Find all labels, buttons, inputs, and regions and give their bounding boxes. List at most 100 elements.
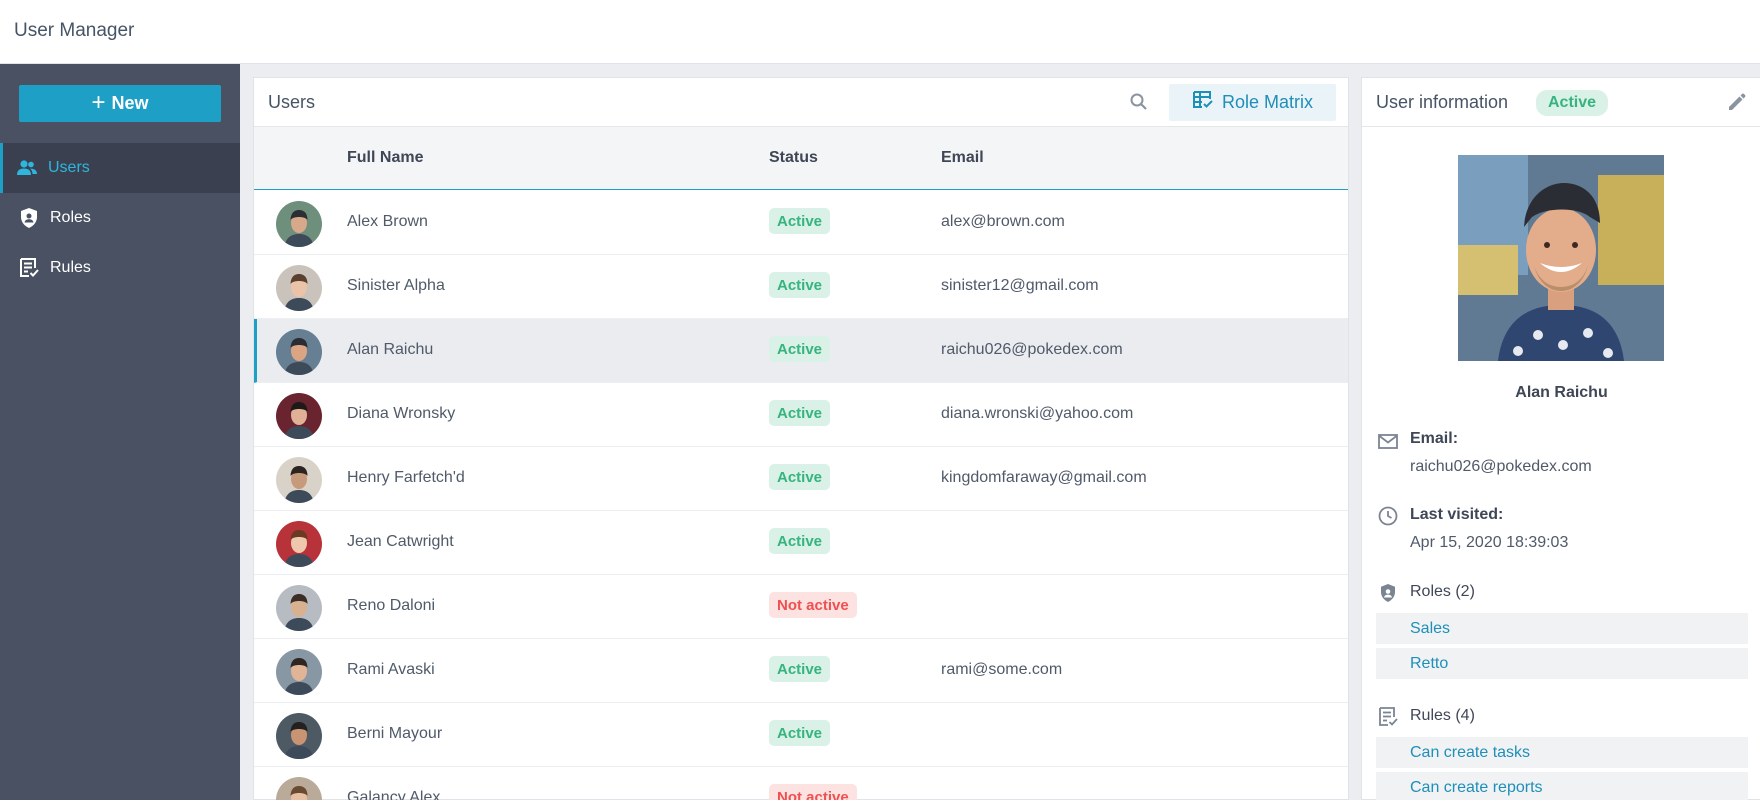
- table-row[interactable]: Sinister Alpha Active sinister12@gmail.com: [254, 255, 1348, 319]
- email-value: raichu026@pokedex.com: [1410, 458, 1592, 475]
- avatar: [276, 393, 322, 439]
- email-cell: kingdomfaraway@gmail.com: [941, 469, 1147, 486]
- users-panel: Users Role Matrix Full Name Status Email…: [253, 77, 1349, 800]
- sidebar-item-label: Rules: [50, 259, 91, 276]
- user-name-cell: Reno Daloni: [347, 597, 436, 614]
- status-badge: Active: [769, 464, 831, 490]
- last-visited-value: Apr 15, 2020 18:39:03: [1410, 534, 1569, 551]
- clock-icon: [1377, 505, 1399, 527]
- table-row[interactable]: Alex Brown Active alex@brown.com: [254, 191, 1348, 255]
- table-row[interactable]: Reno Daloni Not active: [254, 575, 1348, 639]
- mail-icon: [1377, 431, 1399, 453]
- status-badge: Active: [769, 208, 831, 234]
- column-header-email[interactable]: Email: [941, 149, 984, 167]
- status-cell: Active: [769, 528, 831, 554]
- user-full-name: Alan Raichu: [1515, 384, 1608, 401]
- avatar: [276, 521, 322, 567]
- table-row[interactable]: Rami Avaski Active rami@some.com: [254, 639, 1348, 703]
- status-badge: Active: [769, 336, 831, 362]
- status-badge: Active: [769, 720, 831, 746]
- avatar: [276, 201, 322, 247]
- status-cell: Active: [769, 464, 831, 490]
- sidebar-item-users[interactable]: Users: [0, 143, 240, 193]
- shield-user-icon: [1377, 582, 1399, 604]
- status-cell: Active: [769, 208, 831, 234]
- status-cell: Active: [769, 656, 831, 682]
- user-name-cell: Rami Avaski: [347, 661, 435, 678]
- status-badge: Active: [769, 528, 831, 554]
- plus-icon: +: [91, 88, 106, 116]
- app-title: User Manager: [14, 20, 135, 41]
- role-chip[interactable]: Retto: [1376, 648, 1748, 679]
- sidebar-item-label: Roles: [50, 209, 91, 226]
- user-name-cell: Alan Raichu: [347, 341, 434, 358]
- new-button-label: New: [111, 93, 149, 113]
- column-header-name[interactable]: Full Name: [347, 149, 423, 167]
- users-icon: [15, 156, 39, 180]
- status-cell: Active: [769, 720, 831, 746]
- email-cell: sinister12@gmail.com: [941, 277, 1099, 294]
- status-cell: Active: [769, 272, 831, 298]
- users-panel-header: Users Role Matrix: [254, 78, 1348, 127]
- rules-list-icon: [1377, 706, 1399, 728]
- rules-list-icon: [17, 256, 41, 280]
- status-cell: Active: [769, 400, 831, 426]
- top-bar: User Manager: [0, 0, 1760, 64]
- pencil-icon[interactable]: [1725, 90, 1749, 114]
- avatar: [276, 585, 322, 631]
- sidebar-item-rules[interactable]: Rules: [0, 243, 240, 293]
- status-cell: Active: [769, 336, 831, 362]
- user-name-cell: Berni Mayour: [347, 725, 443, 742]
- status-badge: Active: [769, 400, 831, 426]
- user-name-cell: Alex Brown: [347, 213, 428, 230]
- sidebar-item-label: Users: [48, 159, 90, 176]
- search-icon[interactable]: [1128, 91, 1150, 113]
- email-cell: diana.wronski@yahoo.com: [941, 405, 1134, 422]
- table-row[interactable]: Berni Mayour Active: [254, 703, 1348, 767]
- table-row[interactable]: Jean Catwright Active: [254, 511, 1348, 575]
- avatar: [276, 329, 322, 375]
- table-row[interactable]: Diana Wronsky Active diana.wronski@yahoo.c…: [254, 383, 1348, 447]
- avatar: [276, 265, 322, 311]
- email-cell: alex@brown.com: [941, 213, 1065, 230]
- user-name-cell: Galancy Alex: [347, 789, 441, 800]
- user-info-panel: User information Active Alan Raichu Emai…: [1361, 77, 1760, 800]
- role-chip[interactable]: Sales: [1376, 613, 1748, 644]
- sidebar-nav: Users Roles Rules: [0, 143, 240, 293]
- sidebar-item-roles[interactable]: Roles: [0, 193, 240, 243]
- avatar: [276, 713, 322, 759]
- user-name-cell: Diana Wronsky: [347, 405, 456, 422]
- avatar: [276, 457, 322, 503]
- rules-label: Rules (4): [1410, 707, 1475, 724]
- status-badge: Active: [1536, 90, 1609, 116]
- last-visited-label: Last visited:: [1410, 506, 1504, 523]
- role-matrix-label: Role Matrix: [1221, 92, 1314, 112]
- status-badge: Active: [769, 272, 831, 298]
- user-name-cell: Sinister Alpha: [347, 277, 445, 294]
- avatar: [276, 649, 322, 695]
- rule-chip[interactable]: Can create reports: [1376, 772, 1748, 800]
- table-row[interactable]: Henry Farfetch'd Active kingdomfaraway@gma…: [254, 447, 1348, 511]
- status-cell: Not active: [769, 784, 857, 800]
- shield-user-icon: [17, 206, 41, 230]
- table-check-icon: [1192, 90, 1214, 115]
- email-cell: rami@some.com: [941, 661, 1063, 678]
- table-row[interactable]: Galancy Alex Not active: [254, 767, 1348, 800]
- rule-chip[interactable]: Can create tasks: [1376, 737, 1748, 768]
- email-cell: raichu026@pokedex.com: [941, 341, 1123, 358]
- user-name-cell: Jean Catwright: [347, 533, 454, 550]
- avatar: [276, 777, 322, 800]
- sidebar: + New Users Roles Rules: [0, 64, 240, 800]
- status-badge: Not active: [769, 592, 857, 618]
- user-photo: [1458, 155, 1664, 361]
- new-button[interactable]: + New: [19, 85, 221, 122]
- roles-label: Roles (2): [1410, 583, 1475, 600]
- info-title: User information: [1376, 92, 1509, 112]
- status-badge: Active: [769, 656, 831, 682]
- panel-title: Users: [268, 92, 316, 112]
- role-matrix-button[interactable]: Role Matrix: [1169, 84, 1336, 121]
- table-row[interactable]: Alan Raichu Active raichu026@pokedex.com: [254, 319, 1348, 383]
- column-header-status[interactable]: Status: [769, 149, 818, 167]
- status-badge: Not active: [769, 784, 857, 800]
- email-label: Email:: [1410, 430, 1459, 447]
